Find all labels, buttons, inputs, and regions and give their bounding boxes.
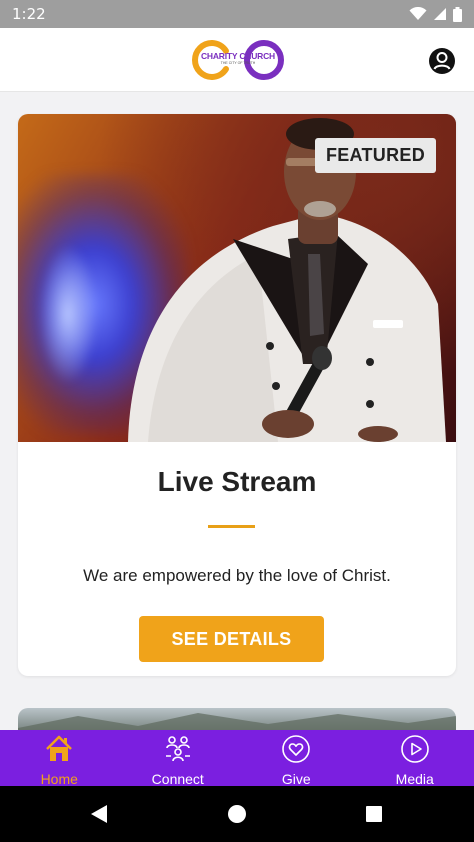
profile-button[interactable]: [428, 47, 456, 75]
nav-give[interactable]: Give: [237, 730, 356, 786]
nav-media-label: Media: [395, 771, 434, 787]
title-divider: [208, 525, 255, 528]
home-circle-icon[interactable]: [228, 805, 246, 823]
landscape-photo: [18, 713, 456, 730]
nav-connect[interactable]: Connect: [119, 730, 238, 786]
nav-home-label: Home: [40, 771, 78, 787]
content-scroll[interactable]: FEATURED Live Stream We are empowered by…: [0, 92, 474, 730]
nav-connect-label: Connect: [151, 771, 204, 787]
church-logo[interactable]: CHARITY CHURCH THE CITY OF TRUTH: [190, 38, 286, 82]
play-icon: [400, 735, 429, 763]
wifi-icon: [409, 7, 427, 20]
featured-badge: FEATURED: [314, 138, 436, 173]
account-circle-icon: [429, 48, 455, 74]
signal-icon: [434, 8, 446, 20]
battery-icon: [453, 6, 462, 22]
back-icon[interactable]: [90, 805, 108, 823]
status-bar: 1:22: [0, 0, 474, 28]
status-icons: [409, 6, 462, 22]
logo-subtext: THE CITY OF TRUTH: [220, 61, 256, 65]
recents-icon[interactable]: [366, 806, 382, 822]
bottom-nav: Home Connect Give Media: [0, 730, 474, 786]
people-icon: [165, 736, 190, 762]
card-title: Live Stream: [157, 466, 317, 497]
home-icon: [46, 735, 73, 761]
status-time: 1:22: [12, 5, 46, 23]
logo-text: CHARITY CHURCH: [200, 51, 275, 61]
system-nav-bar: [0, 786, 474, 842]
nav-media[interactable]: Media: [356, 730, 474, 786]
app-header: CHARITY CHURCH THE CITY OF TRUTH: [0, 28, 474, 92]
hero-image: FEATURED: [18, 114, 456, 442]
featured-card[interactable]: FEATURED Live Stream We are empowered by…: [18, 114, 456, 676]
card-description: We are empowered by the love of Christ.: [83, 566, 391, 585]
heart-icon: [282, 735, 311, 763]
see-details-button[interactable]: SEE DETAILS: [139, 616, 324, 662]
nav-home[interactable]: Home: [0, 730, 119, 786]
next-card[interactable]: [18, 708, 456, 730]
nav-give-label: Give: [281, 771, 311, 787]
